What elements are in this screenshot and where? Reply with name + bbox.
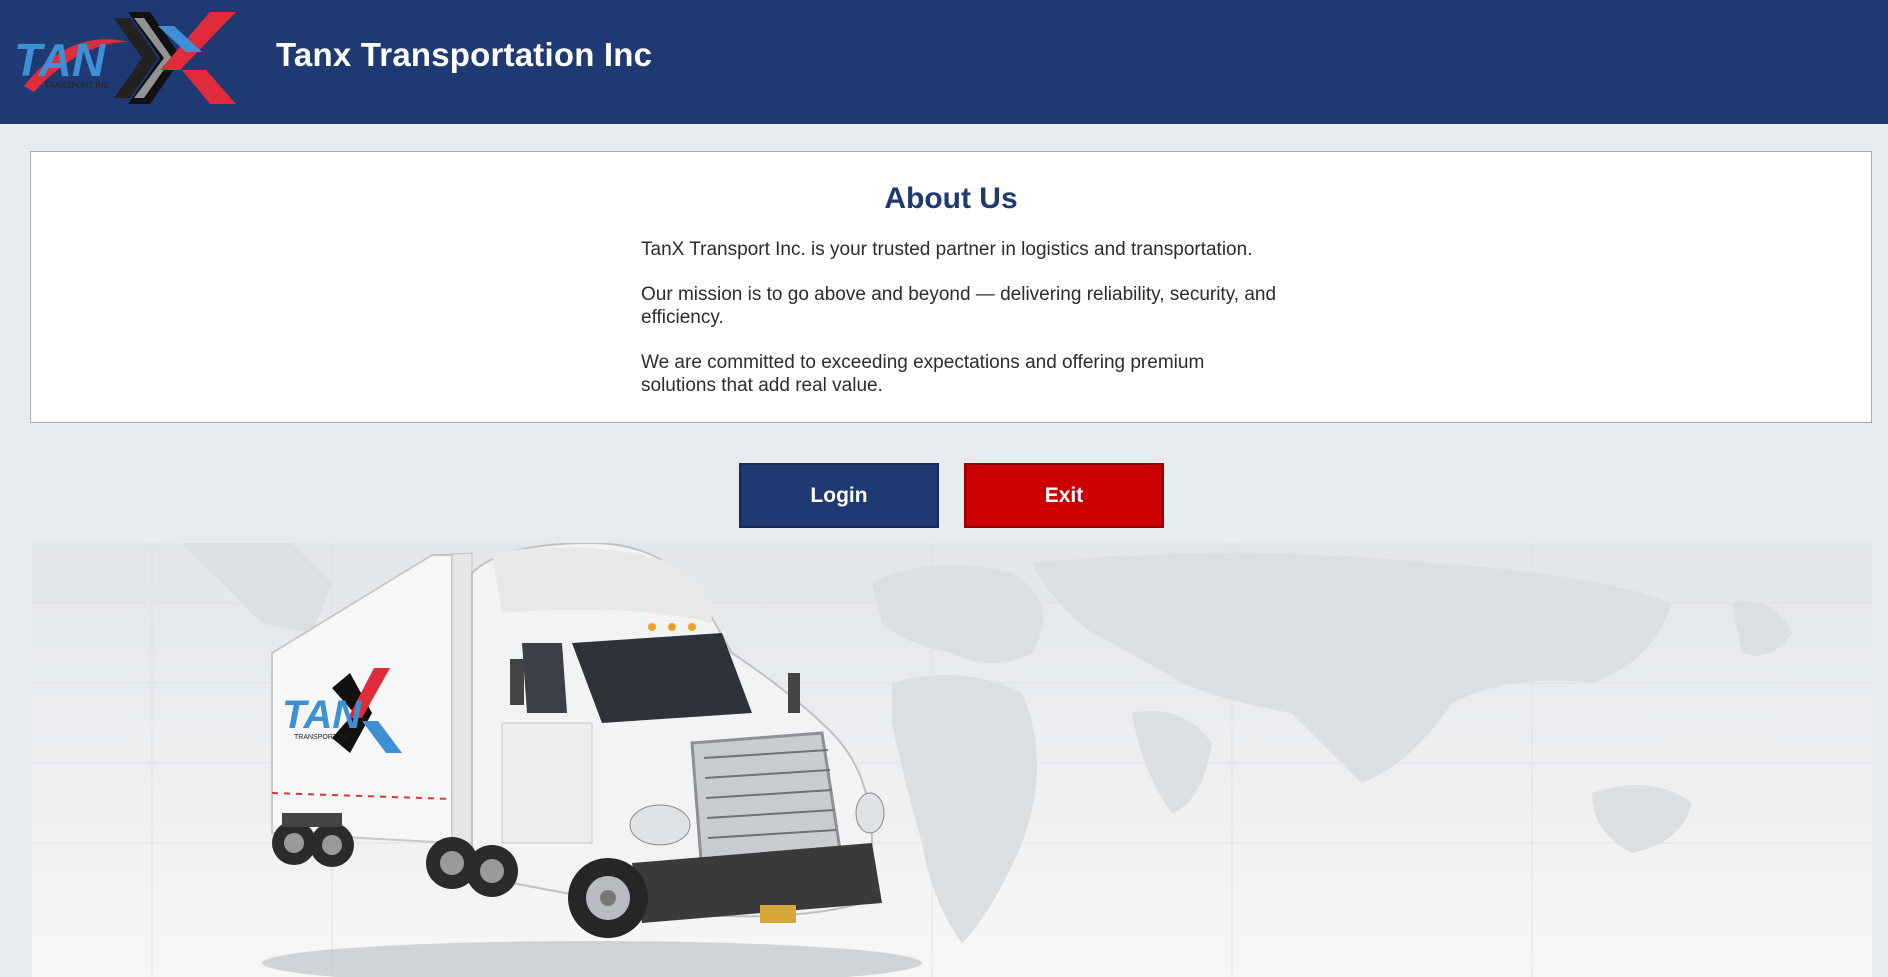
about-paragraph: TanX Transport Inc. is your trusted part…: [641, 239, 1253, 260]
hero-truck-image: TAN TRANSPORT INC: [32, 543, 1872, 977]
exit-button[interactable]: Exit: [964, 463, 1164, 528]
truck-cab: [426, 543, 885, 938]
trailer-logo-subtitle: TRANSPORT INC: [294, 734, 351, 741]
app-header: TAN TRANSPORT INC Tanx Transportation In…: [0, 0, 1888, 124]
about-panel: About Us TanX Transport Inc. is your tru…: [30, 151, 1872, 423]
about-heading: About Us: [884, 182, 1018, 215]
app-title: Tanx Transportation Inc: [276, 36, 653, 73]
about-body: TanX Transport Inc. is your trusted part…: [641, 238, 1281, 419]
trailer-logo-wordmark: TAN: [282, 693, 362, 737]
tanx-logo: TAN TRANSPORT INC: [10, 8, 240, 108]
login-button[interactable]: Login: [739, 463, 939, 528]
about-paragraph: Our mission is to go above and beyond — …: [641, 284, 1277, 328]
logo-wordmark: TAN: [14, 34, 106, 86]
logo-subtitle: TRANSPORT INC: [44, 81, 109, 90]
about-paragraph: We are committed to exceeding expectatio…: [641, 352, 1205, 396]
